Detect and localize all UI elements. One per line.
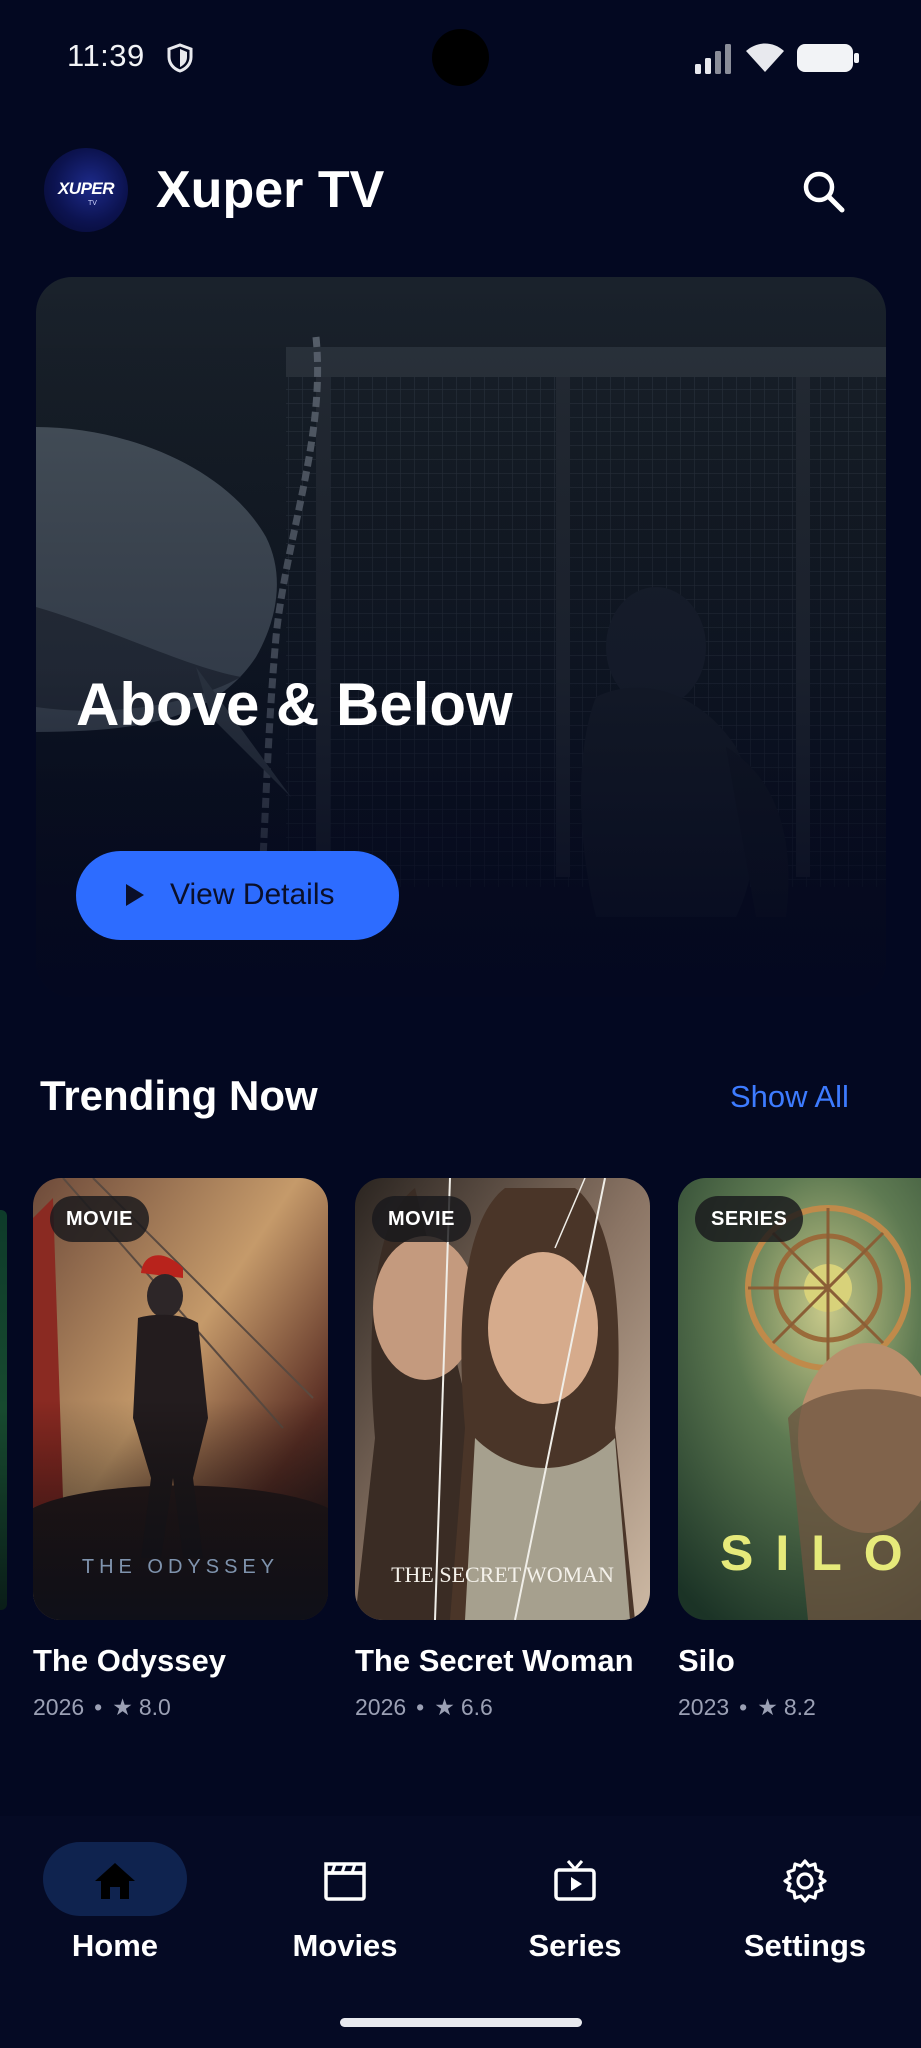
meta-separator: • [94, 1694, 103, 1720]
poster-image: SERIES SILO [678, 1178, 921, 1620]
nav-home[interactable]: Home [35, 1842, 225, 1963]
media-type-badge: SERIES [695, 1196, 804, 1242]
trending-title: Trending Now [40, 1072, 318, 1119]
card-year: 2026 [33, 1694, 85, 1720]
status-time: 11:39 [67, 38, 145, 73]
card-title: The Secret Woman [355, 1643, 634, 1678]
app-title: Xuper TV [156, 161, 385, 219]
star-icon: ★ [434, 1694, 455, 1720]
poster-title-text: THE SECRET WOMAN [391, 1562, 614, 1587]
hero-banner[interactable]: Above & Below View Details [36, 277, 886, 997]
meta-separator: • [739, 1694, 748, 1720]
home-icon [95, 1863, 135, 1899]
nav-label: Settings [743, 1928, 867, 1963]
card-meta: 2026 • ★ 8.0 [33, 1694, 171, 1721]
card-meta: 2026 • ★ 6.6 [355, 1694, 493, 1721]
view-details-button[interactable]: View Details [76, 851, 399, 940]
gear-icon [783, 1859, 827, 1903]
card-meta: 2023 • ★ 8.2 [678, 1694, 816, 1721]
logo-subtext: TV [88, 200, 97, 207]
card-rating: 6.6 [460, 1694, 493, 1720]
card-year: 2023 [678, 1694, 730, 1720]
poster-image: MOVIE THE ODYSSEY [33, 1178, 328, 1620]
card-year: 2026 [355, 1694, 407, 1720]
view-details-label: View Details [170, 878, 335, 911]
app-logo: XUPER TV [44, 148, 128, 232]
home-screen: 11:39 XUPER TV Xuper TV Above & Below Vi… [0, 0, 921, 2048]
nav-series[interactable]: Series [480, 1842, 670, 1963]
logo-text: XUPER [57, 179, 115, 198]
hero-title: Above & Below [76, 671, 513, 738]
play-icon [126, 884, 144, 906]
odyssey-poster-art [33, 1178, 328, 1620]
camera-cutout [432, 29, 489, 86]
nav-label: Movies [292, 1928, 398, 1963]
wifi-icon [746, 43, 784, 72]
card-rating: 8.0 [138, 1694, 171, 1720]
nav-settings[interactable]: Settings [710, 1842, 900, 1963]
shield-icon [167, 43, 193, 73]
battery-icon [797, 44, 859, 72]
poster-title-text: THE ODYSSEY [81, 1556, 280, 1578]
search-icon[interactable] [800, 168, 846, 214]
meta-separator: • [416, 1694, 425, 1720]
show-all-link[interactable]: Show All [730, 1079, 849, 1115]
poster-title-text: SILO [720, 1525, 921, 1581]
clapperboard-icon [324, 1862, 366, 1901]
nav-label: Home [71, 1928, 159, 1963]
star-icon: ★ [112, 1694, 133, 1720]
media-type-badge: MOVIE [50, 1196, 149, 1242]
status-bar: 11:39 [0, 0, 921, 116]
poster-image: MOVIE THE SECRET WOMAN [355, 1178, 650, 1620]
signal-icon [695, 44, 731, 74]
secret-woman-poster-art [355, 1178, 650, 1620]
home-indicator[interactable] [340, 2018, 582, 2027]
nav-movies[interactable]: Movies [250, 1842, 440, 1963]
nav-label: Series [528, 1928, 622, 1963]
star-icon: ★ [757, 1694, 778, 1720]
card-title: The Odyssey [33, 1643, 226, 1678]
card-title: Silo [678, 1643, 735, 1678]
tv-play-icon [554, 1860, 596, 1901]
card-rating: 8.2 [783, 1694, 816, 1720]
previous-card-edge [0, 1210, 7, 1610]
media-type-badge: MOVIE [372, 1196, 471, 1242]
